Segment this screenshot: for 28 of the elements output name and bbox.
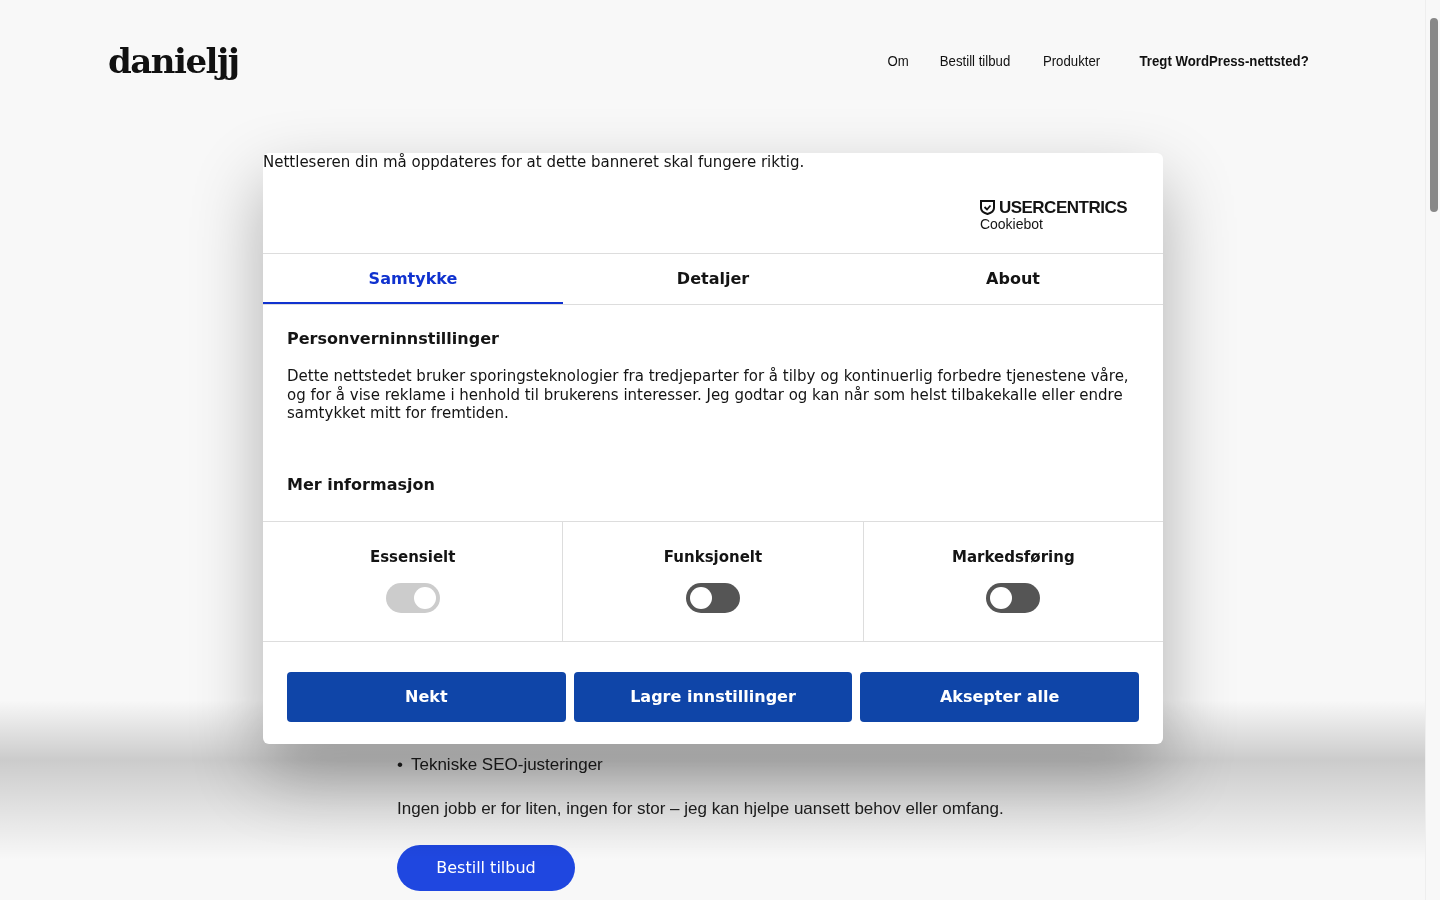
nav-link[interactable]: Tregt WordPress-nettsted? bbox=[1139, 49, 1309, 73]
brand-name: USERCENTRICS bbox=[998, 199, 1127, 216]
tab[interactable]: About bbox=[863, 253, 1163, 304]
nav-link[interactable]: Produkter bbox=[1042, 49, 1100, 73]
notice-text: Nettleseren din må oppdateres for at dette banneret skal fungere riktig. bbox=[263, 153, 806, 171]
nav-link[interactable]: Om bbox=[887, 49, 910, 73]
category-label: Markedsføring bbox=[951, 547, 1076, 569]
product-name: Cookiebot bbox=[979, 216, 1044, 233]
list-item: Tekniske SEO-justeringer bbox=[410, 754, 603, 776]
logo[interactable]: danieljj bbox=[108, 44, 239, 78]
category-label: Funksjonelt bbox=[662, 547, 764, 569]
dialog-button[interactable]: Lagre innstillinger bbox=[573, 672, 853, 723]
section-heading: Personverninnstillinger bbox=[287, 327, 500, 350]
category-label: Essensielt bbox=[368, 547, 457, 569]
dialog-button[interactable]: Aksepter alle bbox=[860, 672, 1139, 723]
section-heading: Mer informasjon bbox=[287, 474, 436, 497]
order-button[interactable]: Bestill tilbud bbox=[397, 845, 575, 891]
tab[interactable]: Samtykke bbox=[263, 253, 563, 304]
toggle-switch[interactable] bbox=[986, 582, 1041, 613]
tab[interactable]: Detaljer bbox=[563, 253, 863, 304]
nav-link[interactable]: Bestill tilbud bbox=[939, 49, 1010, 73]
scrollbar[interactable] bbox=[1425, 0, 1440, 900]
dialog-button[interactable]: Nekt bbox=[287, 672, 566, 723]
toggle-switch[interactable] bbox=[686, 582, 740, 613]
paragraph: Ingen jobb er for liten, ingen for stor – jeg kan hjelpe uansett behov eller omfang. bbox=[397, 797, 1005, 820]
shield-icon bbox=[979, 200, 995, 215]
bullet-icon: • bbox=[397, 752, 403, 778]
description-text: Dette nettstedet bruker sporingsteknologier fra tredjeparter for å tilby og kontinuerlig forbedre tjenestene våre, og for å vise reklame i henhold til brukerens interesser. Jeg godtar og kan når som helst tilbakekalle eller endre samtykket mitt for fremtiden. bbox=[287, 366, 1130, 424]
